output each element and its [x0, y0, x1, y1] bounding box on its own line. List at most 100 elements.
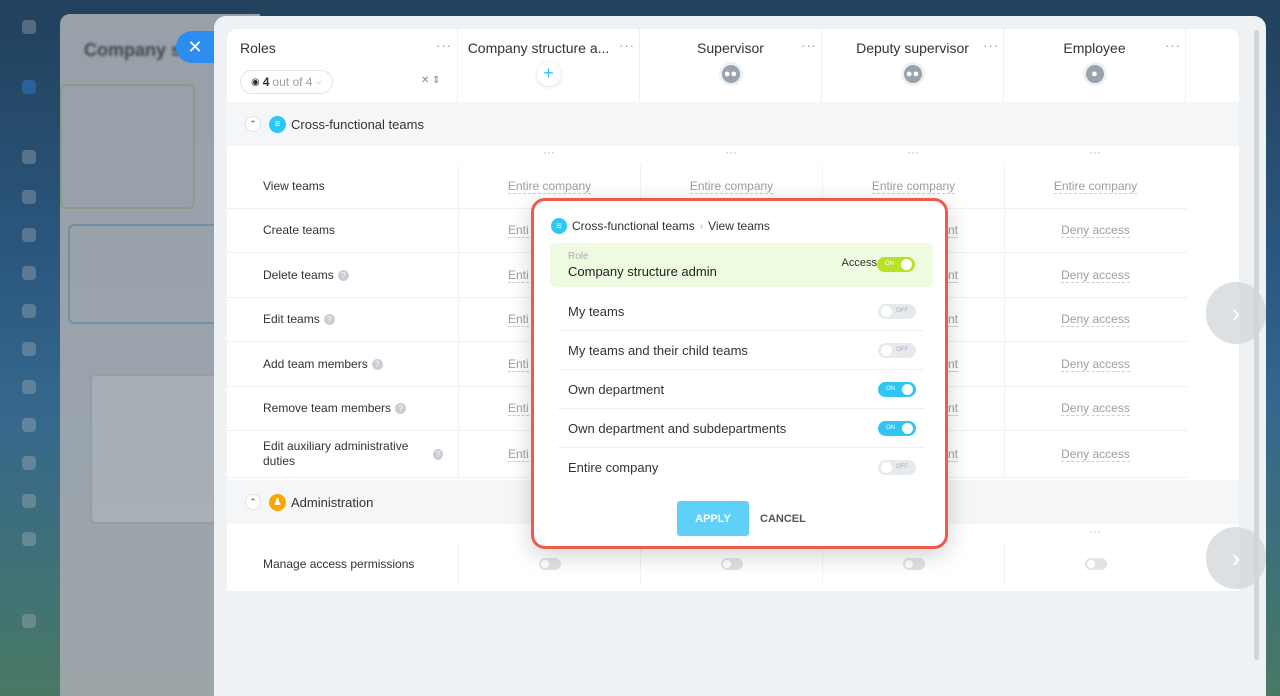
access-value-cell[interactable]: Deny access: [1004, 387, 1186, 430]
access-value-cell[interactable]: Deny access: [1004, 342, 1186, 386]
option-label: My teams: [568, 304, 625, 319]
access-value: Enti: [508, 446, 529, 462]
apply-button[interactable]: APPLY: [677, 501, 749, 536]
close-slider-button[interactable]: ✕: [176, 31, 214, 63]
permission-label: Edit teams: [263, 312, 320, 326]
access-value: Entire company: [689, 179, 774, 194]
access-value: Enti: [508, 401, 529, 416]
permission-name: Delete teams?: [263, 253, 443, 297]
chevron-down-icon: ⌵: [315, 77, 322, 86]
column-more-row: ··· ··· ··· ···: [458, 147, 1188, 165]
access-value-cell[interactable]: Deny access: [1004, 298, 1186, 341]
access-value: Deny access: [1061, 356, 1130, 372]
chevron-right-icon: ›: [1231, 542, 1241, 573]
breadcrumb-item: View teams: [708, 219, 770, 233]
roles-more-icon[interactable]: ···: [436, 38, 452, 53]
collapse-expand-icon[interactable]: ✕ ⇕: [421, 75, 441, 86]
option-label: Entire company: [568, 460, 659, 475]
access-value-cell[interactable]: Deny access: [1004, 209, 1186, 252]
option-label: My teams and their child teams: [568, 343, 748, 358]
chevron-up-icon[interactable]: ⌃: [245, 494, 261, 510]
access-option[interactable]: Entire company OFF: [558, 448, 924, 487]
access-value: Enti: [508, 356, 529, 372]
permission-name: Remove team members?: [263, 387, 443, 430]
access-value: Deny access: [1061, 401, 1130, 416]
column-label: Company structure a...: [467, 40, 610, 56]
access-value: nt: [947, 446, 958, 462]
chevron-up-icon[interactable]: ⌃: [245, 116, 261, 132]
cancel-button[interactable]: CANCEL: [760, 501, 806, 536]
help-icon[interactable]: ?: [337, 269, 349, 281]
access-value: Entire company: [1053, 179, 1138, 194]
access-toggle[interactable]: ON: [877, 257, 915, 272]
help-icon[interactable]: ?: [323, 314, 335, 325]
access-option[interactable]: Own department ON: [558, 370, 924, 409]
role-name: Company structure admin: [568, 264, 717, 279]
more-icon[interactable]: ···: [1004, 526, 1186, 538]
permission-name: Edit teams?: [263, 298, 443, 341]
more-icon[interactable]: ···: [822, 147, 1004, 159]
access-value: Deny access: [1061, 446, 1130, 462]
more-icon[interactable]: ···: [1004, 147, 1186, 159]
roles-filter[interactable]: ◉ 4 out of 4 ⌵: [240, 70, 333, 94]
column-deputy-supervisor: Deputy supervisor ··· ●●: [822, 29, 1004, 102]
access-value-cell[interactable]: Deny access: [1004, 431, 1186, 477]
access-value: Enti: [508, 223, 529, 238]
column-more-icon[interactable]: ···: [801, 38, 817, 53]
section-cross-functional-teams[interactable]: ⌃ ≡ Cross-functional teams: [227, 102, 1239, 146]
access-value: Deny access: [1061, 223, 1130, 238]
permission-label: Remove team members: [263, 401, 392, 415]
permission-label: Edit auxiliary administrative duties: [263, 439, 409, 468]
access-value: Deny access: [1061, 312, 1130, 327]
option-toggle[interactable]: ON: [878, 382, 916, 397]
access-popup: ≡ Cross-functional teams › View teams Ro…: [531, 198, 948, 549]
scroll-right-button[interactable]: ›: [1206, 527, 1266, 589]
access-option[interactable]: Own department and subdepartments ON: [558, 409, 924, 448]
permission-name: Add team members?: [263, 342, 443, 386]
access-value: nt: [947, 356, 958, 372]
access-value-cell[interactable]: Entire company: [1004, 165, 1186, 208]
option-toggle[interactable]: OFF: [878, 304, 916, 319]
roles-header: Roles ··· ◉ 4 out of 4 ⌵ ✕ ⇕: [227, 29, 458, 102]
permission-label: Add team members: [263, 356, 368, 371]
filter-count: 4: [262, 75, 270, 89]
option-toggle[interactable]: ON: [878, 421, 916, 436]
column-label: Employee: [1063, 40, 1126, 56]
column-company-structure-admin: Company structure a... ··· +: [458, 29, 640, 102]
more-icon[interactable]: ···: [640, 147, 822, 159]
access-option[interactable]: My teams and their child teams OFF: [558, 331, 924, 370]
help-icon[interactable]: ?: [432, 448, 443, 460]
help-icon[interactable]: ?: [371, 358, 383, 370]
roles-label: Roles: [240, 40, 276, 56]
permission-label: View teams: [263, 179, 325, 193]
column-supervisor: Supervisor ··· ●●: [640, 29, 822, 102]
chevron-right-icon: ›: [699, 220, 704, 232]
access-option[interactable]: My teams OFF: [558, 292, 924, 331]
role-box: Role Company structure admin Access ON: [550, 243, 933, 287]
permission-name: Create teams: [263, 209, 443, 252]
access-value-cell[interactable]: Deny access: [1004, 253, 1186, 297]
access-value: nt: [947, 401, 958, 416]
option-toggle[interactable]: OFF: [878, 460, 916, 475]
permission-toggle[interactable]: [1004, 542, 1186, 586]
section-label: Cross-functional teams: [291, 116, 424, 132]
option-toggle[interactable]: OFF: [878, 343, 916, 358]
option-label: Own department and subdepartments: [568, 421, 787, 436]
group-icon: ●●: [718, 62, 743, 86]
plus-icon[interactable]: +: [536, 62, 561, 86]
column-more-icon[interactable]: ···: [1165, 38, 1181, 53]
column-more-icon[interactable]: ···: [983, 38, 999, 53]
permission-label: Delete teams: [263, 267, 334, 282]
column-more-icon[interactable]: ···: [619, 38, 635, 53]
breadcrumb: ≡ Cross-functional teams › View teams: [551, 218, 770, 234]
access-value: Enti: [508, 312, 529, 327]
scroll-right-button[interactable]: ›: [1206, 282, 1266, 344]
section-label: Administration: [291, 494, 374, 510]
permission-name: View teams: [263, 165, 443, 208]
column-label: Supervisor: [697, 40, 764, 56]
access-value: nt: [947, 223, 958, 238]
more-icon[interactable]: ···: [458, 147, 640, 159]
group-icon: ●●: [900, 62, 925, 86]
help-icon[interactable]: ?: [395, 403, 407, 414]
option-label: Own department: [568, 382, 665, 397]
